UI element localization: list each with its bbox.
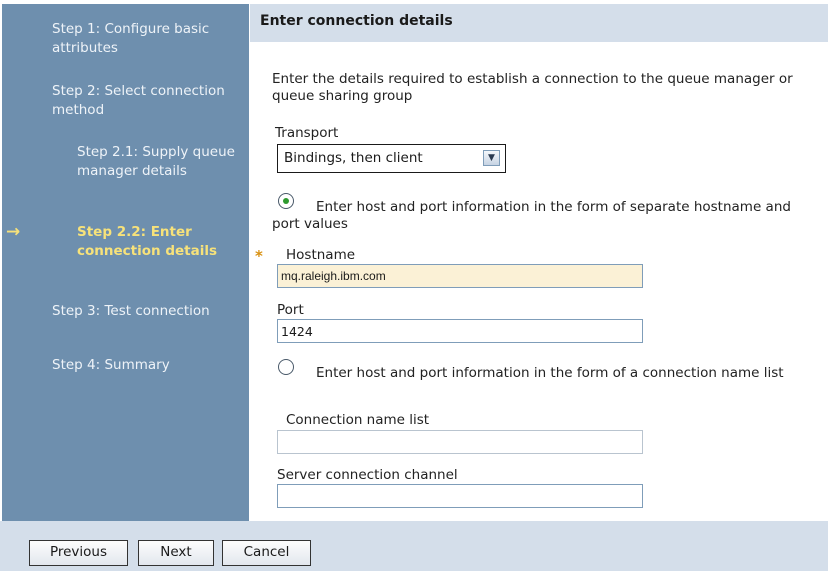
connection-name-list-input[interactable] [277, 430, 643, 454]
arrow-right-icon: → [6, 222, 21, 242]
server-connection-channel-input[interactable] [277, 484, 643, 508]
cancel-button[interactable]: Cancel [222, 540, 311, 566]
transport-select[interactable]: Bindings, then client ▼ [277, 144, 506, 173]
hostname-input[interactable]: mq.raleigh.ibm.com [277, 264, 643, 288]
option-separate-host-port-label: Enter host and port information in the f… [272, 199, 791, 232]
hostname-label: Hostname [286, 247, 356, 263]
step-2[interactable]: Step 2: Select connection method [52, 82, 232, 120]
step-2-2-current: Step 2.2: Enter connection details [77, 224, 217, 259]
port-input[interactable]: 1424 [277, 319, 643, 343]
step-2-1[interactable]: Step 2.1: Supply queue manager details [77, 143, 237, 181]
page-title: Enter connection details [250, 4, 828, 42]
port-label: Port [277, 302, 304, 318]
transport-selected-value: Bindings, then client [284, 150, 423, 166]
step-3[interactable]: Step 3: Test connection [52, 302, 232, 321]
required-marker: * [255, 247, 263, 265]
wizard-window: Step 1: Configure basic attributes Step … [0, 0, 828, 571]
server-connection-channel-label: Server connection channel [277, 467, 458, 483]
previous-button[interactable]: Previous [29, 540, 128, 566]
option-connection-name-list-label: Enter host and port information in the f… [316, 365, 784, 381]
next-button[interactable]: Next [138, 540, 214, 566]
connection-details-form: Enter the details required to establish … [250, 42, 828, 521]
connection-name-list-label: Connection name list [286, 412, 430, 428]
intro-text: Enter the details required to establish … [272, 71, 793, 104]
chevron-down-icon[interactable]: ▼ [483, 150, 500, 166]
wizard-steps-panel: Step 1: Configure basic attributes Step … [2, 4, 249, 521]
step-1[interactable]: Step 1: Configure basic attributes [52, 20, 232, 58]
step-4[interactable]: Step 4: Summary [52, 356, 232, 375]
transport-label: Transport [275, 125, 339, 141]
